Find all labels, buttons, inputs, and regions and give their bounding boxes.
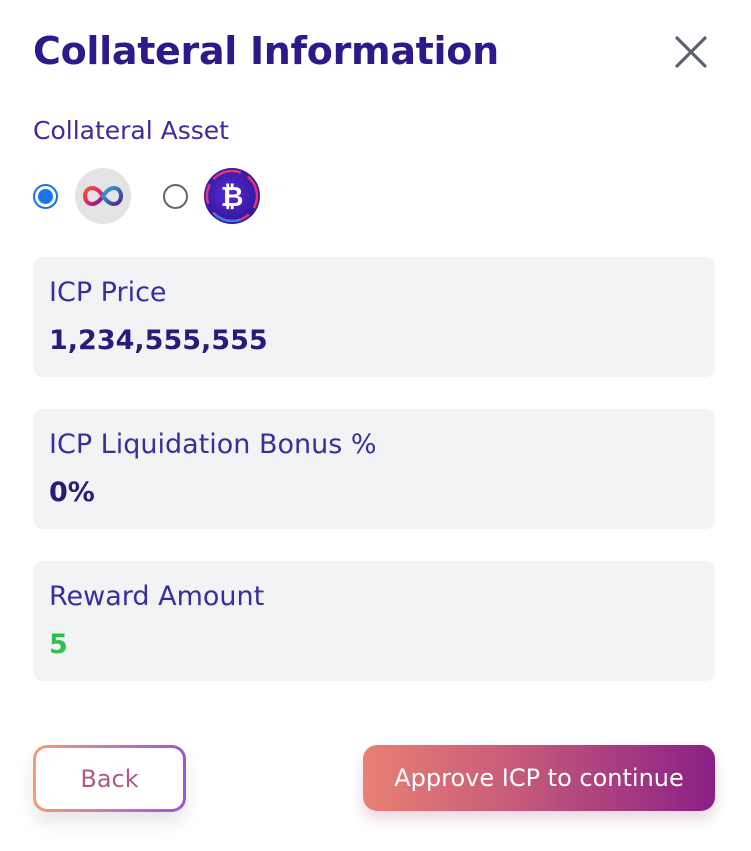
ckbtc-bitcoin-icon[interactable]: ₿: [204, 168, 260, 224]
approve-icp-button[interactable]: Approve ICP to continue: [363, 745, 715, 811]
reward-amount-label: Reward Amount: [49, 581, 265, 612]
modal-title: Collateral Information: [33, 29, 499, 73]
close-icon: [675, 36, 707, 68]
liquidation-bonus-label: ICP Liquidation Bonus %: [49, 429, 377, 460]
reward-amount-card: Reward Amount 5: [33, 561, 715, 681]
asset-selector: ₿: [33, 167, 260, 225]
close-button[interactable]: [672, 33, 710, 71]
icp-infinity-icon[interactable]: [75, 168, 131, 224]
liquidation-bonus-card: ICP Liquidation Bonus % 0%: [33, 409, 715, 529]
svg-text:₿: ₿: [221, 180, 244, 213]
reward-amount-value: 5: [49, 629, 68, 660]
icp-price-card: ICP Price 1,234,555,555: [33, 257, 715, 377]
collateral-modal: Collateral Information Collateral Asset: [0, 0, 751, 851]
back-button[interactable]: Back: [33, 745, 186, 812]
liquidation-bonus-value: 0%: [49, 477, 95, 508]
icp-price-value: 1,234,555,555: [49, 325, 268, 356]
icp-price-label: ICP Price: [49, 277, 167, 308]
radio-btc[interactable]: [163, 183, 188, 209]
collateral-asset-label: Collateral Asset: [33, 116, 229, 145]
back-button-label: Back: [36, 748, 183, 809]
radio-icp[interactable]: [33, 183, 58, 209]
